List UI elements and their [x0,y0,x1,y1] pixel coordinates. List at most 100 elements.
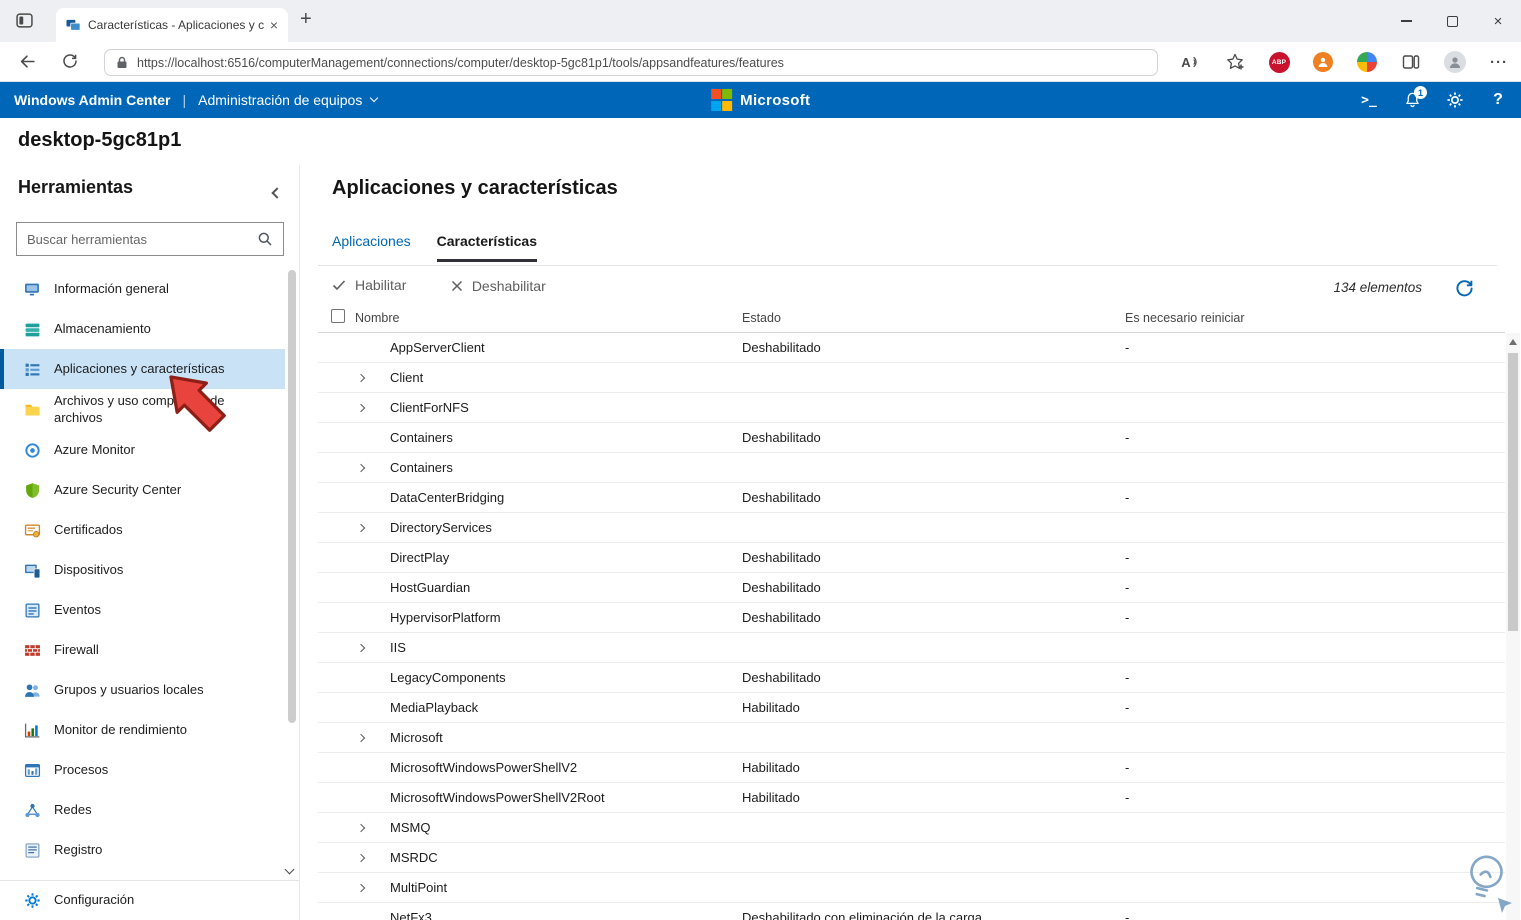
table-row[interactable]: DirectPlay Deshabilitado - [318,543,1505,573]
sidebar-item-informacion-general[interactable]: Información general [0,269,285,309]
table-row[interactable]: DirectoryServices [318,513,1505,543]
sidebar-item-certificados[interactable]: Certificados [0,511,285,551]
sidebar-item-monitor-de-rendimiento[interactable]: Monitor de rendimiento [0,711,285,751]
column-reiniciar[interactable]: Es necesario reiniciar [1125,311,1245,325]
sidebar-item-azure-security-center[interactable]: Azure Security Center [0,471,285,511]
sidebar-item-eventos[interactable]: Eventos [0,591,285,631]
browser-menu-icon[interactable]: ··· [1485,48,1513,76]
expand-chevron-icon[interactable] [356,733,366,743]
expand-chevron-icon[interactable] [356,823,366,833]
table-row[interactable]: HostGuardian Deshabilitado - [318,573,1505,603]
sidebar-item-label: Grupos y usuarios locales [54,682,204,698]
back-icon[interactable] [19,53,36,70]
read-aloud-icon[interactable]: A [1177,48,1205,76]
reload-icon[interactable] [62,53,78,69]
sidebar-scrollbar[interactable] [288,270,296,723]
table-row[interactable]: MSMQ [318,813,1505,843]
table-row[interactable]: AppServerClient Deshabilitado - [318,333,1505,363]
refresh-icon[interactable] [1455,279,1474,298]
sidebar-item-dispositivos[interactable]: Dispositivos [0,551,285,591]
feature-restart: - [1125,550,1130,565]
expand-chevron-icon[interactable] [356,883,366,893]
column-nombre[interactable]: Nombre [355,311,399,325]
expand-chevron-icon[interactable] [356,463,366,473]
expand-chevron-icon[interactable] [356,523,366,533]
table-row[interactable]: ClientForNFS [318,393,1505,423]
storage-icon [24,321,41,338]
tools-search-input[interactable]: Buscar herramientas [16,222,284,256]
enable-button[interactable]: Habilitar [332,277,406,293]
select-all-checkbox[interactable] [331,309,345,323]
table-row[interactable]: Containers [318,453,1505,483]
table-row[interactable]: Client [318,363,1505,393]
address-url[interactable]: https://localhost:6516/computerManagemen… [137,56,784,70]
feature-name: MultiPoint [390,880,448,895]
expand-chevron-icon[interactable] [356,403,366,413]
password-extension-icon[interactable] [1309,48,1337,76]
sidebar-item-configuracion[interactable]: Configuración [0,880,299,920]
sidebar-item-label: Procesos [54,762,109,778]
expand-chevron-icon[interactable] [356,373,366,383]
sidebar-item-azure-monitor[interactable]: Azure Monitor [0,431,285,471]
minimize-button[interactable] [1383,0,1429,42]
sidebar-item-registro[interactable]: Registro [0,831,285,871]
column-estado[interactable]: Estado [742,311,781,325]
settings-gear-icon[interactable] [1440,85,1470,115]
expand-chevron-icon[interactable] [356,643,366,653]
sidebar-item-aplicaciones-y-caracteristicas[interactable]: Aplicaciones y características [0,349,285,389]
search-icon[interactable] [257,231,273,247]
table-row[interactable]: DataCenterBridging Deshabilitado - [318,483,1505,513]
table-row[interactable]: Microsoft [318,723,1505,753]
feature-status: Deshabilitado [742,580,821,595]
disable-button[interactable]: Deshabilitar [451,278,546,294]
tab-caracteristicas[interactable]: Características [436,233,538,262]
table-row[interactable]: IIS [318,633,1505,663]
table-row[interactable]: NetFx3 Deshabilitado con eliminación de l… [318,903,1505,920]
table-row[interactable]: MicrosoftWindowsPowerShellV2 Habilitado - [318,753,1505,783]
expand-chevron-icon[interactable] [356,853,366,863]
sidebar-item-firewall[interactable]: Firewall [0,631,285,671]
sidebar-item-archivos-y-uso-compartido-de-archivos[interactable]: Archivos y uso compartido de archivos [0,389,285,431]
table-row[interactable]: MultiPoint [318,873,1505,903]
tab-actions-menu-icon[interactable] [16,13,33,28]
split-screen-icon[interactable] [1397,48,1425,76]
sidebar-item-almacenamiento[interactable]: Almacenamiento [0,309,285,349]
sidebar-item-grupos-y-usuarios-locales[interactable]: Grupos y usuarios locales [0,671,285,711]
address-bar[interactable]: https://localhost:6516/computerManagemen… [104,49,1158,76]
new-tab-button[interactable]: + [300,8,312,31]
table-row[interactable]: LegacyComponents Deshabilitado - [318,663,1505,693]
search-placeholder: Buscar herramientas [27,231,147,247]
main-scrollbar[interactable] [1506,333,1520,920]
sidebar-item-label: Redes [54,802,92,818]
feature-status: Deshabilitado [742,340,821,355]
extension-icon[interactable] [1353,48,1381,76]
help-icon[interactable]: ? [1483,85,1513,115]
maximize-button[interactable] [1429,0,1475,42]
tab-close-icon[interactable]: × [270,17,278,33]
feature-status: Habilitado [742,790,800,805]
overview-icon [24,281,41,298]
item-count: 134 elementos [1333,280,1422,295]
scrollbar-thumb[interactable] [1508,353,1518,631]
collapse-sidebar-icon[interactable] [271,184,283,202]
scroll-down-chevron-icon[interactable] [284,864,295,875]
add-favorite-icon[interactable] [1221,48,1249,76]
close-button[interactable]: × [1475,0,1521,42]
adblock-extension-icon[interactable]: ABP [1265,48,1293,76]
solution-dropdown[interactable]: Administración de equipos [198,92,379,108]
browser-tab[interactable]: Características - Aplicaciones y c × [56,8,288,42]
table-row[interactable]: MSRDC [318,843,1505,873]
table-row[interactable]: MicrosoftWindowsPowerShellV2Root Habilita… [318,783,1505,813]
table-row[interactable]: HypervisorPlatform Deshabilitado - [318,603,1505,633]
wac-brand[interactable]: Windows Admin Center [14,92,170,108]
lock-icon[interactable] [116,56,128,69]
notifications-bell-icon[interactable]: 1 [1397,85,1427,115]
sidebar-item-redes[interactable]: Redes [0,791,285,831]
profile-avatar[interactable] [1441,48,1469,76]
scroll-up-arrow-icon[interactable] [1509,339,1517,345]
tab-aplicaciones[interactable]: Aplicaciones [332,233,411,262]
powershell-icon[interactable]: >_ [1354,85,1384,115]
table-row[interactable]: Containers Deshabilitado - [318,423,1505,453]
sidebar-item-procesos[interactable]: Procesos [0,751,285,791]
table-row[interactable]: MediaPlayback Habilitado - [318,693,1505,723]
